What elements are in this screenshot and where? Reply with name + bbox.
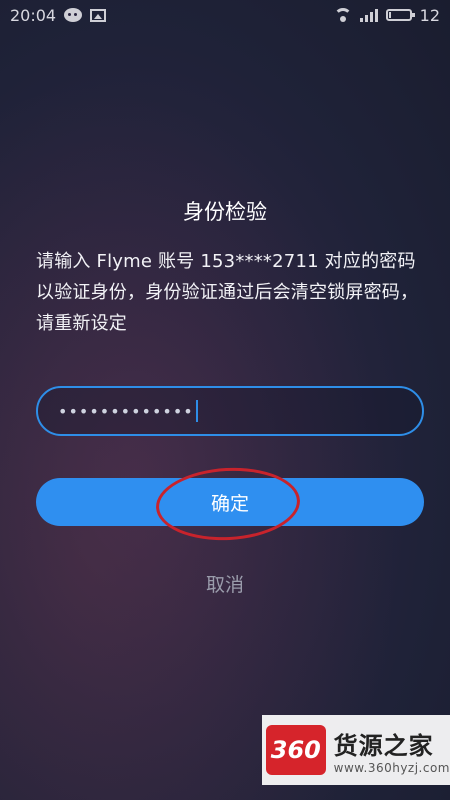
- battery-icon: [385, 9, 415, 21]
- battery-fill: [388, 12, 391, 18]
- status-right: 12: [333, 5, 440, 25]
- watermark-name: 货源之家: [333, 730, 434, 760]
- watermark-badge: 360: [266, 725, 326, 775]
- watermark-logo: 360 货源之家 www.360hyzj.com: [262, 715, 450, 785]
- signal-icon: [359, 8, 378, 22]
- cancel-button[interactable]: 取消: [0, 570, 450, 597]
- dialog-title: 身份检验: [183, 200, 267, 224]
- watermark-text: 货源之家 www.360hyzj.com: [334, 726, 450, 775]
- screen: 20:04 12 身份检验 请输入 Flyme 账号 153****2711 对…: [0, 0, 450, 800]
- status-time: 20:04: [10, 5, 57, 25]
- password-input[interactable]: •••••••••••••: [36, 386, 424, 436]
- status-left: 20:04: [10, 5, 107, 25]
- highlight-ring-annotation: [154, 464, 302, 544]
- wifi-icon: [333, 8, 352, 22]
- wechat-icon: [64, 8, 83, 22]
- dialog-message: 请输入 Flyme 账号 153****2711 对应的密码以验证身份，身份验证…: [36, 251, 419, 334]
- image-icon: [90, 8, 107, 22]
- battery-percent: 12: [419, 5, 440, 25]
- watermark-url: www.360hyzj.com: [333, 760, 450, 775]
- password-value: •••••••••••••: [58, 401, 194, 421]
- status-bar: 20:04 12: [0, 0, 450, 30]
- text-caret: [195, 400, 198, 422]
